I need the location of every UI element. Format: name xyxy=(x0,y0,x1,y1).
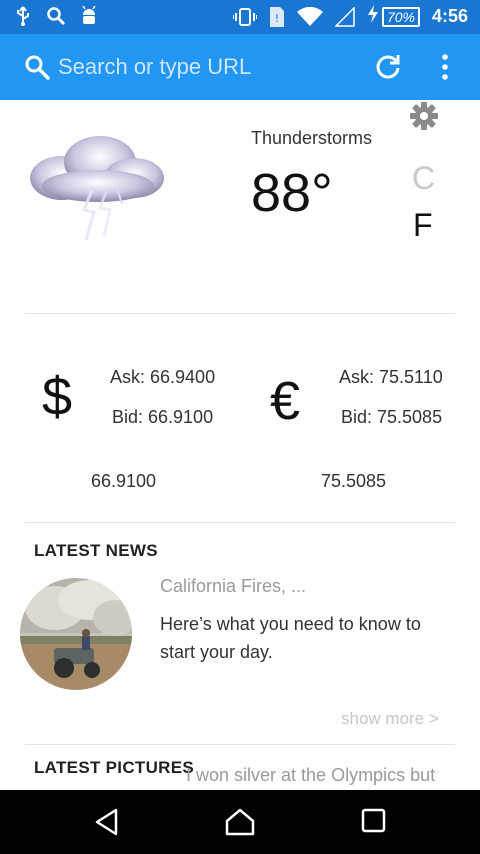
vibrate-icon xyxy=(232,7,257,27)
news-summary[interactable]: Here’s what you need to know to start yo… xyxy=(160,610,460,666)
battery-indicator: 70% xyxy=(367,5,420,28)
divider xyxy=(25,522,455,523)
refresh-icon[interactable] xyxy=(374,54,402,85)
news-headline[interactable]: California Fires, ... xyxy=(160,576,306,597)
signal-icon xyxy=(334,6,355,27)
sim-icon: ! xyxy=(269,6,285,28)
search-icon[interactable] xyxy=(24,54,50,85)
show-more-link[interactable]: show more > xyxy=(341,709,439,729)
euro-symbol: € xyxy=(270,371,301,431)
android-icon xyxy=(80,6,98,26)
thunderstorm-cloud-icon xyxy=(22,130,172,250)
gear-icon[interactable] xyxy=(408,100,440,137)
dollar-symbol: $ xyxy=(42,367,73,427)
overflow-menu-icon[interactable] xyxy=(440,54,450,85)
news-section-title: LATEST NEWS xyxy=(34,541,158,560)
wifi-icon xyxy=(296,6,323,27)
celsius-toggle[interactable]: C xyxy=(412,160,435,197)
temperature: 88° xyxy=(251,163,333,223)
pictures-section-title: LATEST PICTURES xyxy=(34,758,195,777)
navigation-bar xyxy=(0,790,480,854)
eur-value: 75.5085 xyxy=(321,471,387,491)
recent-apps-icon[interactable] xyxy=(361,808,387,839)
fahrenheit-toggle[interactable]: F xyxy=(413,207,433,244)
home-icon[interactable] xyxy=(225,808,255,841)
charging-icon xyxy=(367,5,379,28)
battery-level: 70% xyxy=(381,6,420,27)
status-bar: ! 70% 4:56 xyxy=(0,0,480,34)
back-icon[interactable] xyxy=(94,808,120,841)
usd-bid: Bid: 66.9100 xyxy=(112,407,214,427)
url-input[interactable] xyxy=(58,50,358,84)
picture-caption[interactable]: I won silver at the Olympics but xyxy=(186,765,435,786)
eur-ask: Ask: 75.5110 xyxy=(339,367,443,387)
usb-icon xyxy=(14,6,32,26)
browser-toolbar xyxy=(0,34,480,100)
search-icon xyxy=(46,6,66,26)
news-thumbnail[interactable] xyxy=(20,578,132,690)
usd-value: 66.9100 xyxy=(91,471,157,491)
clock: 4:56 xyxy=(431,6,468,26)
divider xyxy=(25,744,455,745)
svg-text:!: ! xyxy=(275,12,279,25)
eur-bid: Bid: 75.5085 xyxy=(341,407,443,427)
weather-condition: Thunderstorms xyxy=(251,128,373,148)
usd-ask: Ask: 66.9400 xyxy=(110,367,216,387)
divider xyxy=(25,313,455,314)
